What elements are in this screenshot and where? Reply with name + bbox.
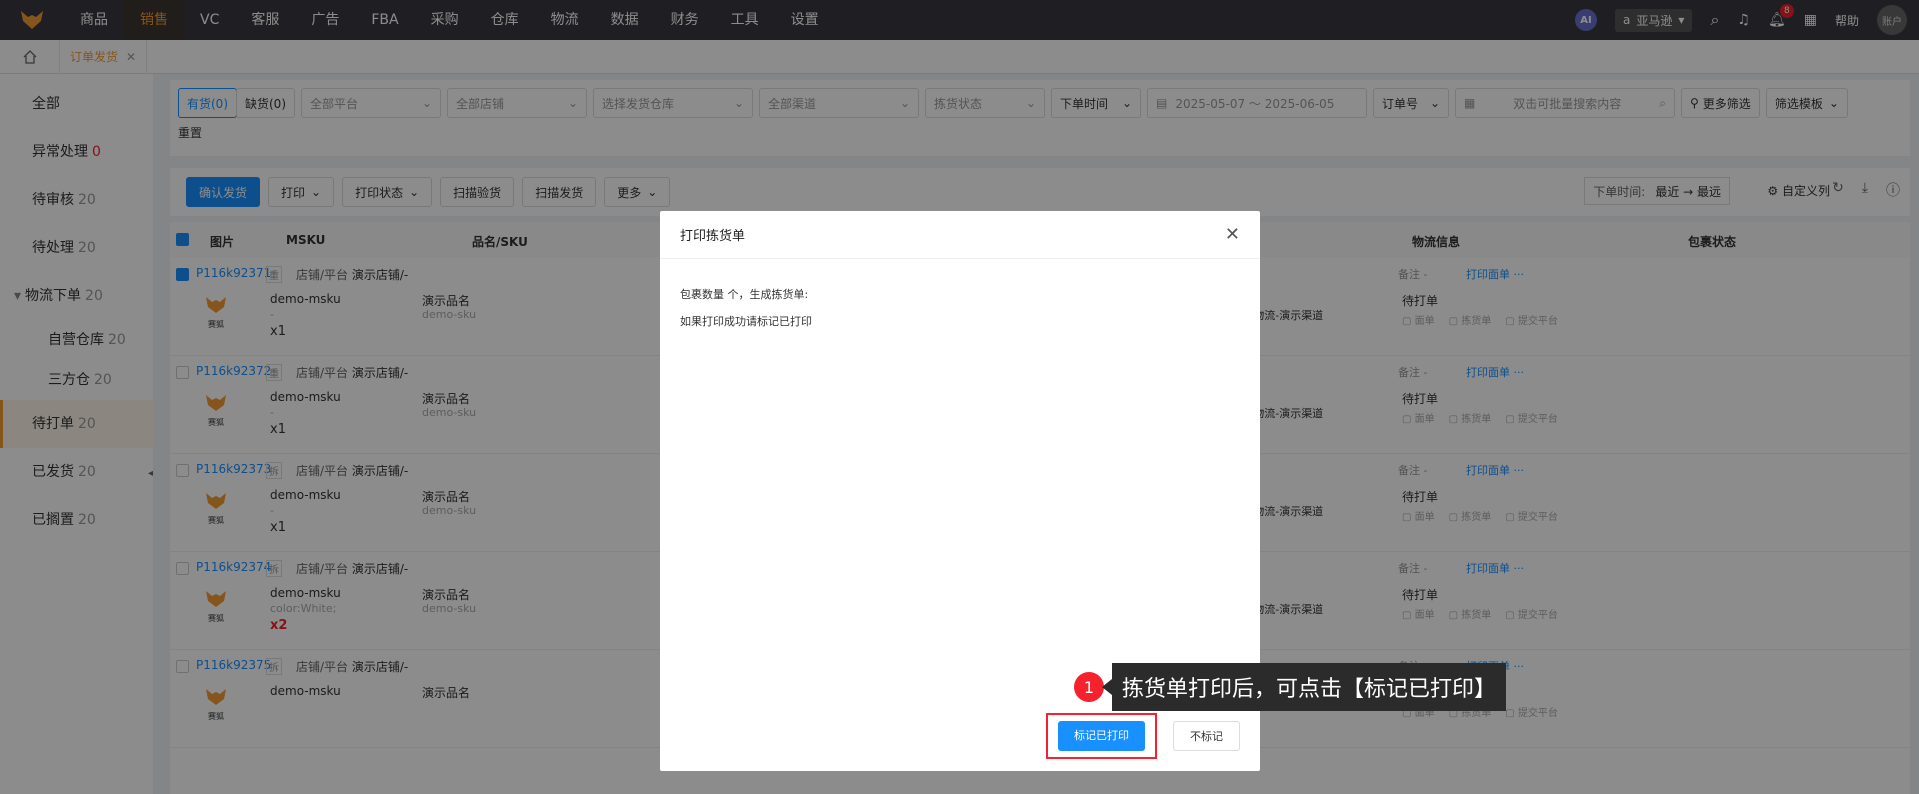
- app-root: 商品 销售 VC 客服 广告 FBA 采购 仓库 物流 数据 财务 工具 设置 AI a 亚马逊 ▾ ⌕…: [0, 0, 1919, 794]
- tip-text: 拣货单打印后，可点击【标记已打印】: [1101, 663, 1507, 711]
- modal-title: 打印拣货单: [680, 229, 746, 244]
- modal-text-line: 如果打印成功请标记已打印: [680, 315, 812, 328]
- highlight-box: 标记已打印: [1046, 713, 1157, 759]
- mark-printed-button[interactable]: 标记已打印: [1058, 721, 1145, 751]
- guide-tip: 1 拣货单打印后，可点击【标记已打印】: [1074, 663, 1507, 711]
- modal-header: 打印拣货单 ✕: [660, 211, 1260, 259]
- close-icon[interactable]: ✕: [1225, 224, 1240, 245]
- modal-body: 包裹数量 个，生成拣货单: 如果打印成功请标记已打印: [660, 259, 1260, 357]
- step-number-badge: 1: [1074, 672, 1104, 702]
- modal-footer: 标记已打印 不标记: [1046, 713, 1240, 759]
- modal-text-line: 包裹数量 个，生成拣货单:: [680, 288, 809, 301]
- not-mark-button[interactable]: 不标记: [1173, 721, 1240, 751]
